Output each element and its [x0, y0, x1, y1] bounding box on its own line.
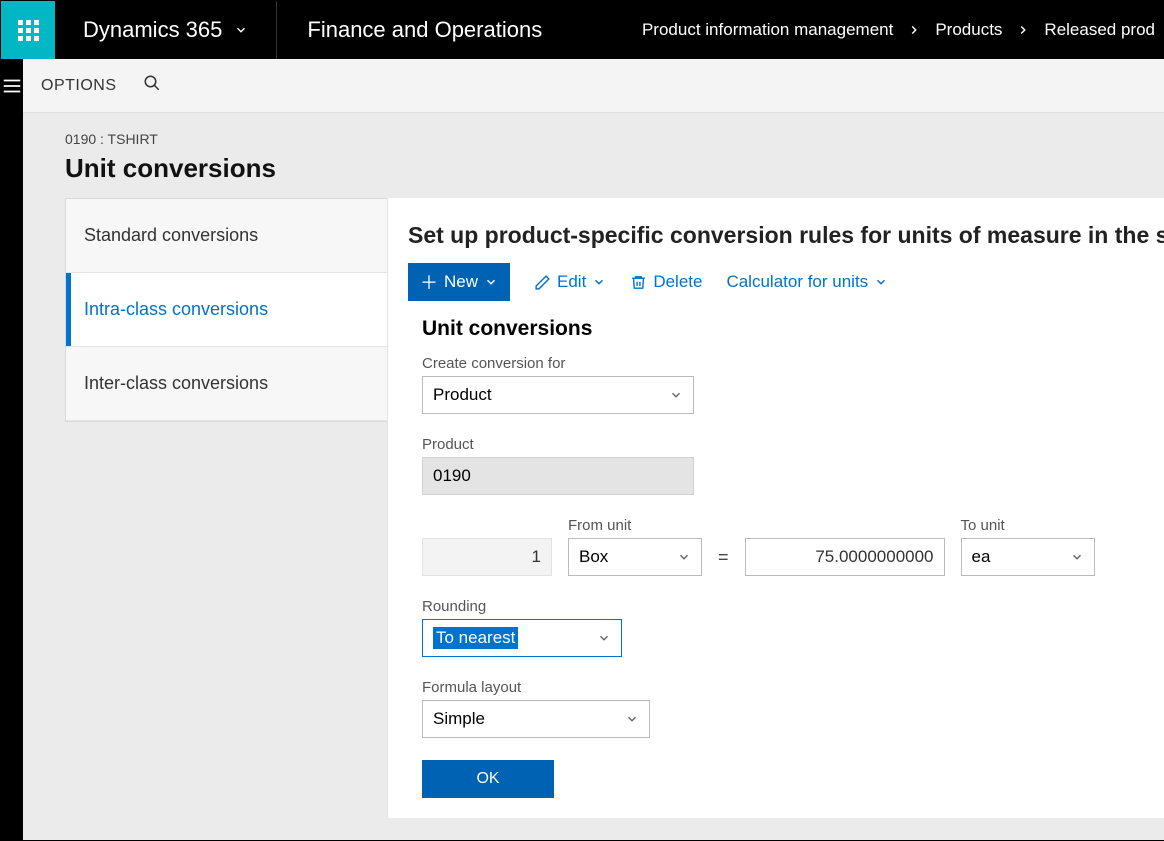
hamburger-button[interactable] [1, 75, 23, 840]
waffle-button[interactable] [1, 1, 55, 59]
calculator-label: Calculator for units [726, 272, 868, 292]
new-button[interactable]: ＋ New [408, 263, 510, 301]
to-qty-value: 75.0000000000 [815, 547, 933, 567]
page-caption: 0190 : TSHIRT [65, 131, 1164, 147]
delete-label: Delete [653, 272, 702, 292]
from-qty-value: 1 [532, 547, 541, 567]
new-label: New [444, 272, 478, 292]
plus-icon: ＋ [420, 269, 438, 295]
chevron-down-icon [1070, 550, 1084, 564]
breadcrumb-item[interactable]: Products [935, 20, 1002, 40]
form-title: Unit conversions [422, 317, 1164, 341]
panel-heading: Set up product-specific conversion rules… [408, 222, 1164, 249]
edit-label: Edit [557, 272, 586, 292]
panel: Set up product-specific conversion rules… [387, 198, 1164, 818]
page-header: 0190 : TSHIRT Unit conversions [23, 113, 1164, 198]
ok-button[interactable]: OK [422, 760, 554, 798]
tab-label: Intra-class conversions [84, 299, 268, 319]
rounding-label: Rounding [422, 598, 1164, 615]
breadcrumb: Product information management Products … [642, 1, 1163, 59]
product-label: Product [422, 436, 1164, 453]
rounding-value: To nearest [433, 627, 518, 649]
module-title: Finance and Operations [277, 1, 572, 59]
to-qty-input[interactable]: 75.0000000000 [745, 538, 945, 576]
tab-label: Inter-class conversions [84, 373, 268, 393]
breadcrumb-item[interactable]: Product information management [642, 20, 893, 40]
tab-label: Standard conversions [84, 225, 258, 245]
chevron-right-icon [1016, 23, 1030, 37]
chevron-down-icon [669, 388, 683, 402]
to-unit-label: To unit [961, 517, 1095, 534]
chevron-down-icon [625, 712, 639, 726]
product-field: 0190 [422, 457, 694, 495]
formula-value: Simple [433, 709, 485, 729]
formula-label: Formula layout [422, 679, 1164, 696]
pencil-icon [534, 274, 551, 291]
delete-button[interactable]: Delete [630, 272, 702, 292]
calculator-button[interactable]: Calculator for units [726, 272, 888, 292]
tab-intra-class-conversions[interactable]: Intra-class conversions [66, 273, 387, 347]
chevron-down-icon [234, 23, 248, 37]
create-for-value: Product [433, 385, 492, 405]
chevron-down-icon [874, 275, 888, 289]
options-bar: OPTIONS [23, 59, 1164, 113]
create-for-select[interactable]: Product [422, 376, 694, 414]
form: Create conversion for Product Product 01… [408, 355, 1164, 798]
from-unit-label: From unit [568, 517, 702, 534]
options-label[interactable]: OPTIONS [41, 77, 117, 95]
left-rail [1, 59, 23, 840]
hamburger-icon [1, 75, 23, 97]
product-value: 0190 [433, 466, 471, 486]
equals-sign: = [718, 547, 729, 576]
waffle-icon [18, 20, 39, 41]
from-unit-value: Box [579, 547, 608, 567]
tab-inter-class-conversions[interactable]: Inter-class conversions [66, 347, 387, 421]
edit-button[interactable]: Edit [534, 272, 606, 292]
chevron-right-icon [907, 23, 921, 37]
page-title: Unit conversions [65, 153, 1164, 184]
ok-label: OK [476, 770, 499, 788]
chevron-down-icon [597, 631, 611, 645]
create-for-label: Create conversion for [422, 355, 1164, 372]
search-icon [143, 74, 161, 92]
from-unit-select[interactable]: Box [568, 538, 702, 576]
toolbar: ＋ New Edit Delete Calculator for u [408, 263, 1164, 301]
search-button[interactable] [143, 74, 161, 97]
breadcrumb-item[interactable]: Released prod [1044, 20, 1155, 40]
tab-standard-conversions[interactable]: Standard conversions [66, 199, 387, 273]
rounding-select[interactable]: To nearest [422, 619, 622, 657]
top-bar: Dynamics 365 Finance and Operations Prod… [1, 1, 1163, 59]
brand-label: Dynamics 365 [83, 17, 222, 43]
to-unit-select[interactable]: ea [961, 538, 1095, 576]
from-qty-input[interactable]: 1 [422, 538, 552, 576]
brand-menu[interactable]: Dynamics 365 [55, 1, 277, 59]
chevron-down-icon [677, 550, 691, 564]
formula-select[interactable]: Simple [422, 700, 650, 738]
to-unit-value: ea [972, 547, 991, 567]
chevron-down-icon [484, 275, 498, 289]
chevron-down-icon [592, 275, 606, 289]
trash-icon [630, 274, 647, 291]
side-tabs: Standard conversions Intra-class convers… [65, 198, 387, 422]
